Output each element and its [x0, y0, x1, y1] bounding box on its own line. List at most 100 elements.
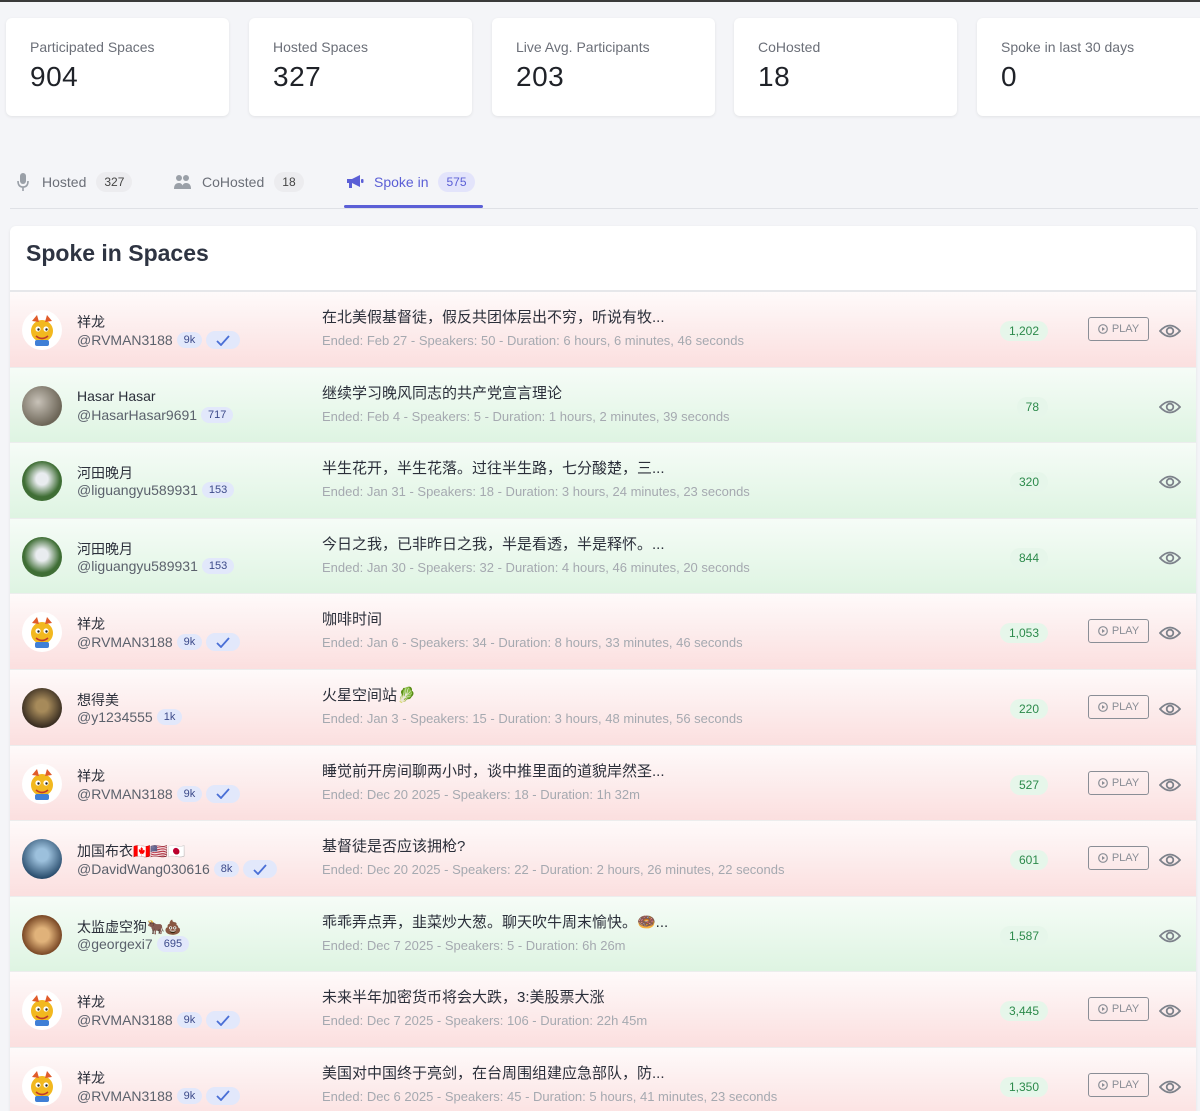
- user-handle[interactable]: @RVMAN3188: [77, 1012, 173, 1028]
- listener-count-badge: 601: [1009, 850, 1048, 871]
- space-row[interactable]: 祥龙 @RVMAN3188 9k 美国对中国终于亮剑，在台周围组建应急部队，防.…: [10, 1047, 1196, 1111]
- eye-icon[interactable]: [1158, 621, 1182, 645]
- space-meta: Ended: Dec 20 2025 - Speakers: 18 - Dura…: [322, 786, 640, 802]
- panel-title: Spoke in Spaces: [26, 240, 209, 266]
- avatar[interactable]: [22, 990, 62, 1031]
- avatar[interactable]: [22, 310, 62, 350]
- user-handle[interactable]: @RVMAN3188: [77, 786, 173, 802]
- eye-icon[interactable]: [1158, 848, 1182, 872]
- user-handle[interactable]: @liguangyu589931: [77, 558, 198, 574]
- eye-icon[interactable]: [1158, 546, 1182, 570]
- space-title[interactable]: 咖啡时间: [322, 608, 382, 629]
- user-handle-group: @liguangyu589931 153: [77, 557, 235, 574]
- tab-hosted[interactable]: Hosted 327: [14, 170, 133, 194]
- space-title[interactable]: 美国对中国终于亮剑，在台周围组建应急部队，防...: [322, 1062, 665, 1083]
- verified-check-icon: [206, 784, 241, 803]
- space-title[interactable]: 今日之我，已非昨日之我，半是看透，半是释怀。...: [322, 533, 665, 554]
- stat-card-live-avg: Live Avg. Participants 203: [492, 18, 715, 116]
- eye-icon[interactable]: [1158, 999, 1182, 1023]
- user-handle[interactable]: @y1234555: [77, 709, 153, 725]
- space-meta: Ended: Feb 27 - Speakers: 50 - Duration:…: [322, 333, 745, 348]
- avatar[interactable]: [22, 1065, 62, 1106]
- eye-icon[interactable]: [1158, 924, 1182, 948]
- tab-cohosted[interactable]: CoHosted 18: [174, 170, 304, 194]
- play-button[interactable]: PLAY: [1088, 846, 1149, 871]
- user-handle-group: @georgexi7 695: [77, 935, 190, 952]
- play-button[interactable]: PLAY: [1088, 997, 1149, 1022]
- avatar[interactable]: [22, 536, 62, 577]
- space-row[interactable]: 祥龙 @RVMAN3188 9k 睡觉前开房间聊两小时，谈中推里面的道貌岸然圣.…: [10, 745, 1196, 822]
- user-handle-group: @RVMAN3188 9k: [77, 331, 241, 349]
- space-title[interactable]: 半生花开，半生花落。过往半生路，七分酸楚，三...: [322, 457, 665, 478]
- user-name[interactable]: Hasar Hasar: [77, 388, 156, 404]
- space-row[interactable]: 加国布衣🇨🇦🇺🇸🇯🇵 @DavidWang030616 8k 基督徒是否应该拥枪…: [10, 821, 1196, 897]
- play-button[interactable]: PLAY: [1088, 770, 1149, 795]
- play-button[interactable]: PLAY: [1088, 694, 1149, 719]
- user-name[interactable]: 祥龙: [77, 614, 105, 634]
- tab-count: 575: [438, 172, 475, 192]
- user-name[interactable]: 祥龙: [77, 992, 105, 1012]
- follower-count-badge: 153: [201, 557, 235, 574]
- space-title[interactable]: 未来半年加密货币将会大跌，3:美股票大涨: [322, 986, 605, 1007]
- space-row[interactable]: 祥龙 @RVMAN3188 9k 未来半年加密货币将会大跌，3:美股票大涨 En…: [10, 972, 1196, 1048]
- user-name[interactable]: 太监虚空狗🐂💩: [77, 917, 182, 937]
- space-row[interactable]: 祥龙 @RVMAN3188 9k 在北美假基督徒，假反共团体层出不穷，听说有牧.…: [10, 292, 1196, 368]
- space-title[interactable]: 继续学习晚风同志的共产党宣言理论: [322, 382, 562, 403]
- user-name[interactable]: 河田晚月: [77, 463, 133, 483]
- eye-icon[interactable]: [1158, 319, 1182, 343]
- avatar[interactable]: [22, 612, 62, 653]
- space-row[interactable]: 太监虚空狗🐂💩 @georgexi7 695 乖乖弄点弄，韭菜炒大葱。聊天吹牛周…: [10, 896, 1196, 973]
- user-handle[interactable]: @RVMAN3188: [77, 634, 173, 650]
- user-name[interactable]: 加国布衣🇨🇦🇺🇸🇯🇵: [77, 841, 185, 861]
- eye-icon[interactable]: [1158, 697, 1182, 721]
- avatar[interactable]: [22, 914, 62, 955]
- play-button[interactable]: PLAY: [1088, 317, 1149, 341]
- user-name[interactable]: 祥龙: [77, 1068, 105, 1088]
- space-title[interactable]: 基督徒是否应该拥枪?: [322, 835, 465, 856]
- megaphone-icon: [346, 173, 364, 191]
- user-handle[interactable]: @georgexi7: [77, 936, 153, 952]
- space-meta: Ended: Dec 6 2025 - Speakers: 45 - Durat…: [322, 1088, 778, 1104]
- user-handle[interactable]: @liguangyu589931: [77, 482, 198, 498]
- user-name[interactable]: 祥龙: [77, 312, 105, 332]
- space-title[interactable]: 在北美假基督徒，假反共团体层出不穷，听说有牧...: [322, 306, 665, 327]
- user-name[interactable]: 祥龙: [77, 766, 105, 786]
- follower-count-badge: 717: [201, 406, 234, 423]
- tab-bar: Hosted 327 CoHosted 18 Spoke in 575: [10, 158, 1198, 209]
- stat-card-spoke-last-30: Spoke in last 30 days 0: [977, 18, 1200, 116]
- eye-icon[interactable]: [1158, 395, 1182, 419]
- stats-bar: Participated Spaces 904 Hosted Spaces 32…: [6, 18, 1200, 116]
- play-button[interactable]: PLAY: [1088, 619, 1149, 644]
- space-row[interactable]: Hasar Hasar @HasarHasar9691 717 继续学习晚风同志…: [10, 367, 1196, 444]
- follower-count-badge: 8k: [213, 861, 240, 878]
- tab-spoke-in[interactable]: Spoke in 575: [346, 170, 475, 194]
- eye-icon[interactable]: [1158, 773, 1182, 797]
- space-row[interactable]: 河田晚月 @liguangyu589931 153 半生花开，半生花落。过往半生…: [10, 443, 1196, 519]
- space-row[interactable]: 河田晚月 @liguangyu589931 153 今日之我，已非昨日之我，半是…: [10, 518, 1196, 595]
- user-handle-group: @RVMAN3188 9k: [77, 1086, 241, 1105]
- avatar[interactable]: [22, 385, 62, 426]
- eye-icon[interactable]: [1158, 1075, 1182, 1099]
- user-name[interactable]: 想得美: [77, 690, 119, 710]
- user-name[interactable]: 河田晚月: [77, 539, 133, 559]
- play-button[interactable]: PLAY: [1088, 1072, 1149, 1097]
- tab-count: 327: [96, 172, 133, 192]
- space-row[interactable]: 想得美 @y1234555 1k 火星空间站🥬 Ended: Jan 3 - S…: [10, 669, 1196, 746]
- user-handle[interactable]: @HasarHasar9691: [77, 407, 197, 423]
- avatar[interactable]: [22, 763, 62, 804]
- verified-check-icon: [206, 331, 241, 349]
- avatar[interactable]: [22, 461, 62, 502]
- tab-label: Spoke in: [374, 174, 429, 190]
- user-handle[interactable]: @DavidWang030616: [77, 861, 210, 877]
- eye-icon[interactable]: [1158, 470, 1182, 494]
- user-handle[interactable]: @RVMAN3188: [77, 1088, 173, 1104]
- user-handle[interactable]: @RVMAN3188: [77, 332, 173, 348]
- space-title[interactable]: 乖乖弄点弄，韭菜炒大葱。聊天吹牛周末愉快。🍩...: [322, 911, 668, 932]
- avatar[interactable]: [22, 687, 62, 728]
- stat-card-participated: Participated Spaces 904: [6, 18, 229, 116]
- avatar[interactable]: [22, 839, 62, 880]
- user-handle-group: @y1234555 1k: [77, 708, 183, 725]
- space-row[interactable]: 祥龙 @RVMAN3188 9k 咖啡时间 Ended: Jan 6 - Spe…: [10, 594, 1196, 670]
- space-title[interactable]: 睡觉前开房间聊两小时，谈中推里面的道貌岸然圣...: [322, 760, 665, 781]
- space-title[interactable]: 火星空间站🥬: [322, 684, 416, 705]
